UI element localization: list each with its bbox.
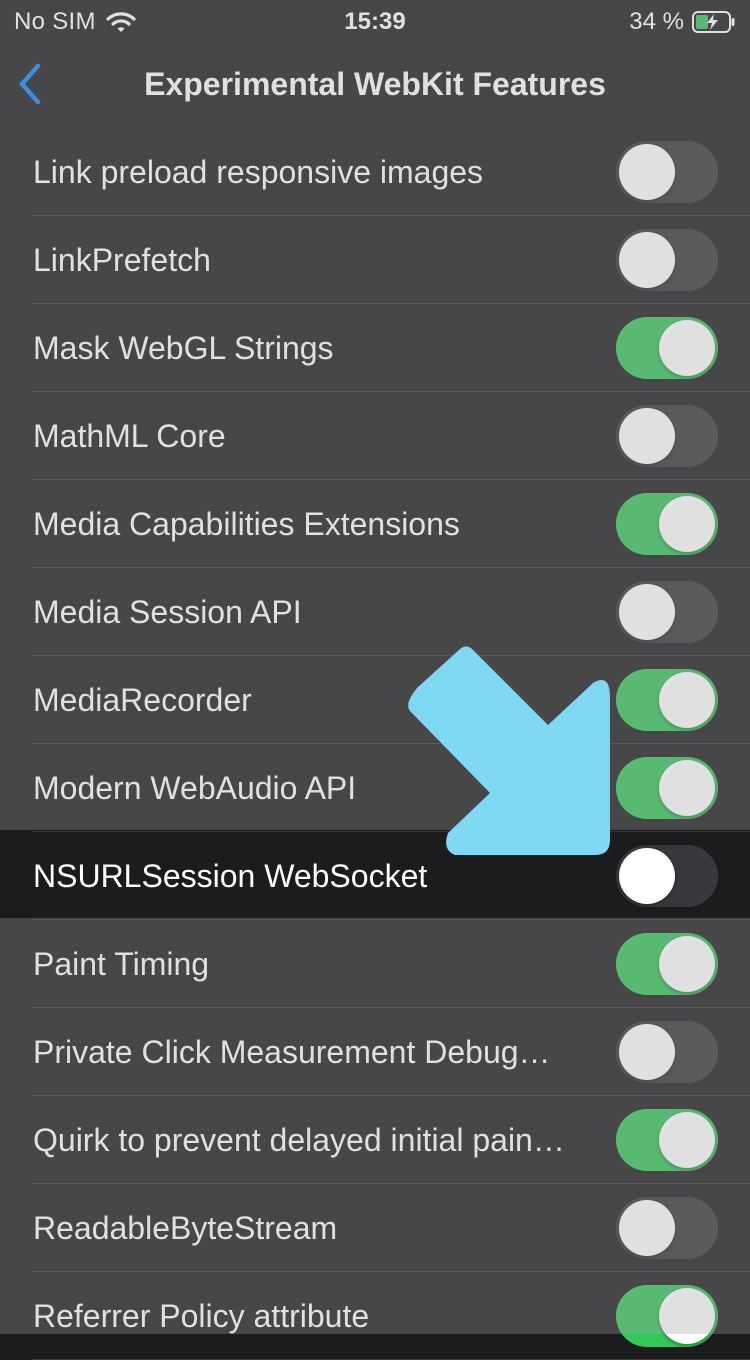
feature-label: LinkPrefetch — [33, 242, 211, 278]
feature-row: MathML Core — [0, 392, 750, 480]
feature-label: Link preload responsive images — [33, 154, 484, 190]
feature-toggle[interactable] — [616, 317, 718, 379]
feature-row: ReadableByteStream — [0, 1184, 750, 1272]
feature-toggle[interactable] — [616, 669, 718, 731]
page-title: Experimental WebKit Features — [144, 66, 606, 102]
feature-row: Mask WebGL Strings — [0, 304, 750, 392]
feature-row: Link preload responsive images — [0, 128, 750, 216]
toggle-knob — [659, 936, 715, 992]
feature-toggle[interactable] — [616, 493, 718, 555]
feature-toggle[interactable] — [616, 1197, 718, 1259]
toggle-knob — [659, 672, 715, 728]
feature-label: NSURLSession WebSocket — [33, 858, 428, 894]
feature-toggle[interactable] — [616, 1021, 718, 1083]
toggle-knob — [659, 1288, 715, 1344]
toggle-knob — [619, 1200, 675, 1256]
feature-toggle[interactable] — [616, 1109, 718, 1171]
feature-row: MediaRecorder — [0, 656, 750, 744]
feature-row: NSURLSession WebSocket — [0, 832, 750, 920]
feature-label: Private Click Measurement Debug… — [33, 1034, 551, 1070]
toggle-knob — [619, 584, 675, 640]
feature-label: Paint Timing — [33, 946, 210, 982]
feature-label: Modern WebAudio API — [33, 770, 357, 806]
battery-charging-icon — [692, 11, 735, 33]
feature-label: Mask WebGL Strings — [33, 330, 334, 366]
feature-row: Modern WebAudio API — [0, 744, 750, 832]
feature-toggle[interactable] — [616, 845, 718, 907]
feature-toggle[interactable] — [616, 933, 718, 995]
toggle-knob — [619, 1024, 675, 1080]
feature-label: MediaRecorder — [33, 682, 252, 718]
toggle-knob — [619, 408, 675, 464]
navigation-bar: Experimental WebKit Features — [0, 40, 750, 129]
feature-label: Quirk to prevent delayed initial pain… — [33, 1122, 565, 1158]
status-right: 34 % — [629, 8, 736, 36]
feature-row: Referrer Policy attribute — [0, 1272, 750, 1360]
feature-row: Media Capabilities Extensions — [0, 480, 750, 568]
toggle-knob — [619, 232, 675, 288]
feature-toggle[interactable] — [616, 757, 718, 819]
feature-label: Referrer Policy attribute — [33, 1298, 370, 1334]
feature-toggle[interactable] — [616, 1285, 718, 1347]
feature-row: Quirk to prevent delayed initial pain… — [0, 1096, 750, 1184]
feature-toggle[interactable] — [616, 141, 718, 203]
feature-row: Media Session API — [0, 568, 750, 656]
feature-toggle[interactable] — [616, 405, 718, 467]
feature-label: Media Session API — [33, 594, 302, 630]
status-bar: No SIM 15:39 34 % — [0, 0, 750, 40]
toggle-knob — [659, 1112, 715, 1168]
feature-label: Media Capabilities Extensions — [33, 506, 460, 542]
toggle-knob — [659, 760, 715, 816]
toggle-knob — [659, 320, 715, 376]
feature-label: ReadableByteStream — [33, 1210, 338, 1246]
toggle-knob — [659, 496, 715, 552]
feature-toggle[interactable] — [616, 229, 718, 291]
feature-list: Link preload responsive images LinkPrefet… — [0, 128, 750, 1360]
toggle-knob — [619, 848, 675, 904]
feature-row: LinkPrefetch — [0, 216, 750, 304]
feature-label: MathML Core — [33, 418, 226, 454]
feature-row: Private Click Measurement Debug… — [0, 1008, 750, 1096]
feature-row: Paint Timing — [0, 920, 750, 1008]
toggle-knob — [619, 144, 675, 200]
battery-percent: 34 % — [629, 8, 684, 35]
feature-toggle[interactable] — [616, 581, 718, 643]
